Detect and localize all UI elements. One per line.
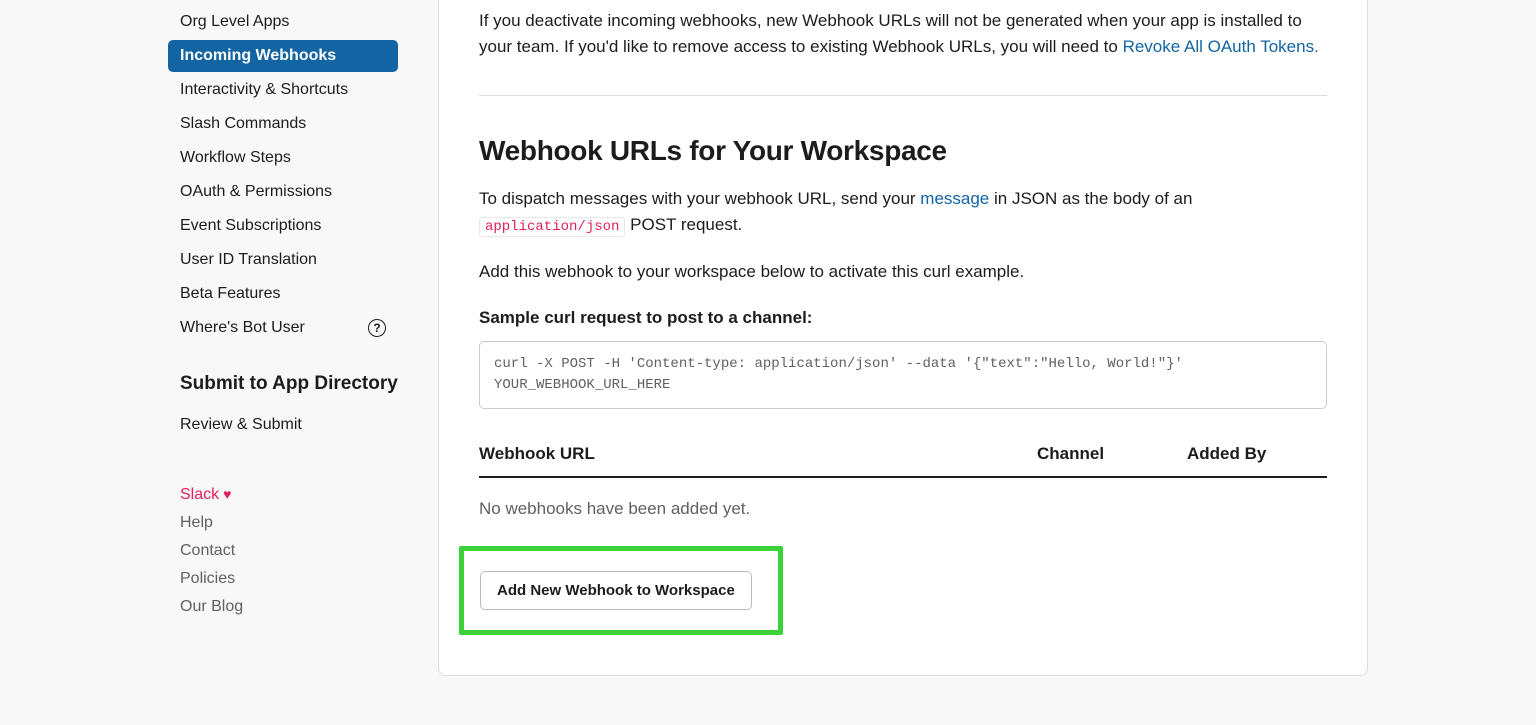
sidebar-item-beta-features[interactable]: Beta Features	[168, 278, 398, 310]
sidebar-item-incoming-webhooks[interactable]: Incoming Webhooks	[168, 40, 398, 72]
footer-label: Policies	[180, 570, 235, 587]
col-url: Webhook URL	[479, 441, 1037, 467]
footer-policies[interactable]: Policies	[168, 565, 398, 593]
desc-1: To dispatch messages with your webhook U…	[479, 186, 1327, 239]
footer-list: Slack ♥ Help Contact Policies Our Blog	[168, 481, 398, 621]
section-heading: Webhook URLs for Your Workspace	[479, 130, 1327, 172]
sidebar-item-label: Event Subscriptions	[180, 214, 321, 238]
highlight-box: Add New Webhook to Workspace	[459, 546, 783, 635]
footer-brand-label: Slack	[180, 483, 219, 507]
add-webhook-button[interactable]: Add New Webhook to Workspace	[480, 571, 752, 610]
sidebar-item-label: Interactivity & Shortcuts	[180, 78, 348, 102]
sidebar-item-interactivity[interactable]: Interactivity & Shortcuts	[168, 74, 398, 106]
main-content: If you deactivate incoming webhooks, new…	[438, 0, 1368, 676]
sidebar-item-label: User ID Translation	[180, 248, 317, 272]
revoke-tokens-link[interactable]: Revoke All OAuth Tokens.	[1123, 37, 1319, 56]
sidebar-item-label: Beta Features	[180, 282, 281, 306]
submit-list: Review & Submit	[168, 409, 398, 441]
divider	[479, 95, 1327, 96]
sidebar-item-review-submit[interactable]: Review & Submit	[168, 409, 398, 441]
footer-blog[interactable]: Our Blog	[168, 593, 398, 621]
footer-contact[interactable]: Contact	[168, 537, 398, 565]
col-added: Added By	[1187, 441, 1327, 467]
intro-text: If you deactivate incoming webhooks, new…	[479, 8, 1327, 61]
footer-brand[interactable]: Slack ♥	[168, 481, 398, 509]
sample-label: Sample curl request to post to a channel…	[479, 305, 1327, 331]
desc-part1: To dispatch messages with your webhook U…	[479, 189, 920, 208]
sidebar-item-workflow-steps[interactable]: Workflow Steps	[168, 142, 398, 174]
sidebar-item-wheres-bot-user[interactable]: Where's Bot User ?	[168, 312, 398, 344]
footer-label: Help	[180, 514, 213, 531]
sidebar-item-org-level-apps[interactable]: Org Level Apps	[168, 6, 398, 38]
sidebar-item-slash-commands[interactable]: Slash Commands	[168, 108, 398, 140]
col-channel: Channel	[1037, 441, 1187, 467]
footer-label: Contact	[180, 542, 235, 559]
code-block[interactable]: curl -X POST -H 'Content-type: applicati…	[479, 341, 1327, 409]
inline-code: application/json	[479, 217, 625, 237]
sidebar-item-user-id-translation[interactable]: User ID Translation	[168, 244, 398, 276]
message-link[interactable]: message	[920, 189, 989, 208]
empty-row: No webhooks have been added yet.	[479, 478, 1327, 546]
sidebar-item-label: OAuth & Permissions	[180, 180, 332, 204]
table-head: Webhook URL Channel Added By	[479, 441, 1327, 479]
sidebar-item-label: Org Level Apps	[180, 10, 289, 34]
sidebar-item-label: Slash Commands	[180, 112, 306, 136]
sidebar: Org Level Apps Incoming Webhooks Interac…	[168, 0, 398, 725]
heart-icon: ♥	[223, 484, 231, 505]
desc-part2: in JSON as the body of an	[989, 189, 1192, 208]
sidebar-item-label: Where's Bot User	[180, 316, 305, 340]
desc-2: Add this webhook to your workspace below…	[479, 259, 1327, 285]
desc-part3: POST request.	[625, 215, 742, 234]
help-icon[interactable]: ?	[368, 319, 386, 337]
nav-list: Org Level Apps Incoming Webhooks Interac…	[168, 6, 398, 344]
sidebar-item-label: Workflow Steps	[180, 146, 291, 170]
sidebar-item-label: Incoming Webhooks	[180, 44, 336, 68]
sidebar-item-event-subscriptions[interactable]: Event Subscriptions	[168, 210, 398, 242]
footer-help[interactable]: Help	[168, 509, 398, 537]
sidebar-item-label: Review & Submit	[180, 413, 302, 437]
footer-label: Our Blog	[180, 598, 243, 615]
sidebar-item-oauth-permissions[interactable]: OAuth & Permissions	[168, 176, 398, 208]
submit-heading: Submit to App Directory	[180, 372, 398, 397]
